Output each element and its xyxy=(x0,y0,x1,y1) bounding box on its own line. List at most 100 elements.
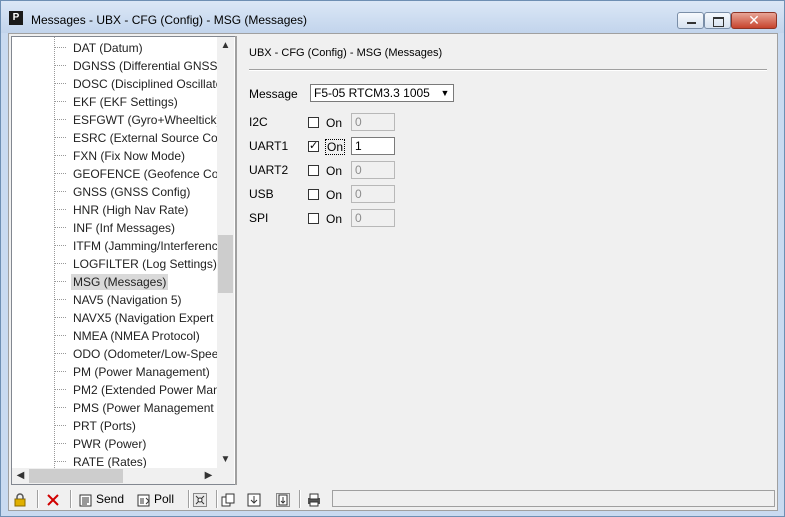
port-enable-checkbox[interactable]: ✓ xyxy=(308,141,319,152)
tree-item[interactable]: LOGFILTER (Log Settings) xyxy=(54,255,217,273)
port-rate-input[interactable]: 0 xyxy=(351,209,395,227)
port-rate-input[interactable]: 0 xyxy=(351,161,395,179)
tree-item[interactable]: PRT (Ports) xyxy=(54,417,217,435)
tree-item[interactable]: ITFM (Jamming/Interferenc xyxy=(54,237,217,255)
port-enable-checkbox[interactable] xyxy=(308,213,319,224)
tree-item[interactable]: INF (Inf Messages) xyxy=(54,219,217,237)
port-name-label: UART2 xyxy=(249,163,289,177)
tree-item-label: PWR (Power) xyxy=(73,437,147,451)
tree-connector xyxy=(54,137,66,138)
tree-item[interactable]: PWR (Power) xyxy=(54,435,217,453)
tree-item[interactable]: DAT (Datum) xyxy=(54,39,217,57)
auto-poll-button[interactable] xyxy=(193,490,210,509)
tree-connector xyxy=(54,191,66,192)
tree-item[interactable]: NMEA (NMEA Protocol) xyxy=(54,327,217,345)
load-button[interactable] xyxy=(247,490,264,509)
tree-item[interactable]: ODO (Odometer/Low-Spee xyxy=(54,345,217,363)
toolbar-separator xyxy=(216,490,218,508)
poll-icon xyxy=(137,494,150,507)
tree-item[interactable]: NAV5 (Navigation 5) xyxy=(54,291,217,309)
cancel-button[interactable] xyxy=(46,490,63,509)
tree-item[interactable]: GNSS (GNSS Config) xyxy=(54,183,217,201)
tree-item-label: DOSC (Disciplined Oscillato xyxy=(73,77,217,91)
message-config-panel: UBX - CFG (Config) - MSG (Messages) Mess… xyxy=(235,36,776,485)
save-button[interactable] xyxy=(276,490,293,509)
tree-item[interactable]: HNR (High Nav Rate) xyxy=(54,201,217,219)
port-on-label[interactable]: On xyxy=(326,212,342,226)
chevron-down-icon[interactable]: ▼ xyxy=(437,85,453,101)
scroll-down-icon[interactable]: ▼ xyxy=(217,451,234,468)
lock-icon xyxy=(14,493,26,507)
tree-item[interactable]: ESFGWT (Gyro+Wheeltick) xyxy=(54,111,217,129)
panel-title: UBX - CFG (Config) - MSG (Messages) xyxy=(249,47,443,59)
tree-connector xyxy=(54,47,66,48)
load-icon xyxy=(247,493,261,507)
port-name-label: USB xyxy=(249,187,274,201)
tree-item[interactable]: NAVX5 (Navigation Expert xyxy=(54,309,217,327)
tree-item-label: MSG (Messages) xyxy=(71,274,169,290)
message-select[interactable]: F5-05 RTCM3.3 1005 ▼ xyxy=(310,84,454,102)
tree-connector xyxy=(54,389,66,390)
tree-item[interactable]: PM2 (Extended Power Man xyxy=(54,381,217,399)
tree-connector xyxy=(54,353,66,354)
config-tree[interactable]: DAT (Datum) DGNSS (Differential GNSS c DOS… xyxy=(11,36,236,485)
port-rate-input[interactable]: 1 xyxy=(351,137,395,155)
tree-item-label: DAT (Datum) xyxy=(73,41,143,55)
title-bar[interactable]: P Messages - UBX - CFG (Config) - MSG (M… xyxy=(1,1,784,33)
tree-item[interactable]: EKF (EKF Settings) xyxy=(54,93,217,111)
port-rate-input[interactable]: 0 xyxy=(351,113,395,131)
toolbar-separator xyxy=(37,490,39,508)
tree-connector xyxy=(54,371,66,372)
cancel-icon xyxy=(47,494,59,506)
tree-item[interactable]: PM (Power Management) xyxy=(54,363,217,381)
port-name-label: I2C xyxy=(249,115,268,129)
port-on-label[interactable]: On xyxy=(326,188,342,202)
bottom-toolbar: Send Poll xyxy=(9,489,777,510)
status-field xyxy=(332,490,775,507)
tree-item-label: PM2 (Extended Power Man xyxy=(73,383,217,397)
tree-item[interactable]: MSG (Messages) xyxy=(54,273,217,291)
maximize-icon xyxy=(705,13,730,28)
port-enable-checkbox[interactable] xyxy=(308,189,319,200)
scroll-right-icon[interactable]: ▶ xyxy=(200,468,217,484)
minimize-button[interactable] xyxy=(677,12,704,29)
tree-connector xyxy=(54,65,66,66)
app-icon: P xyxy=(9,11,23,25)
tree-connector xyxy=(54,335,66,336)
tree-horizontal-thumb[interactable] xyxy=(29,469,123,483)
tree-item[interactable]: ESRC (External Source Conf xyxy=(54,129,217,147)
scroll-up-icon[interactable]: ▲ xyxy=(217,37,234,54)
tree-item[interactable]: GEOFENCE (Geofence Conf xyxy=(54,165,217,183)
scroll-left-icon[interactable]: ◀ xyxy=(12,468,29,484)
tree-item[interactable]: FXN (Fix Now Mode) xyxy=(54,147,217,165)
tree-item-label: ODO (Odometer/Low-Spee xyxy=(73,347,217,361)
send-button[interactable]: Send xyxy=(79,490,124,509)
tree-item-label: GNSS (GNSS Config) xyxy=(73,185,191,199)
close-button[interactable]: ✕ xyxy=(731,12,777,29)
port-enable-checkbox[interactable] xyxy=(308,165,319,176)
tree-vertical-scrollbar[interactable]: ▲ ▼ xyxy=(217,37,234,468)
port-on-label[interactable]: On xyxy=(324,139,346,155)
tree-item[interactable]: DGNSS (Differential GNSS c xyxy=(54,57,217,75)
port-on-label[interactable]: On xyxy=(326,164,342,178)
port-enable-checkbox[interactable] xyxy=(308,117,319,128)
port-rate-input[interactable]: 0 xyxy=(351,185,395,203)
tree-item-label: NAVX5 (Navigation Expert xyxy=(73,311,214,325)
maximize-button[interactable] xyxy=(704,12,731,29)
tree-connector xyxy=(54,407,66,408)
tree-item-label: PRT (Ports) xyxy=(73,419,136,433)
tree-item[interactable]: DOSC (Disciplined Oscillato xyxy=(54,75,217,93)
tree-item-label: FXN (Fix Now Mode) xyxy=(73,149,186,163)
print-button[interactable] xyxy=(307,490,324,509)
tree-item-label: DGNSS (Differential GNSS c xyxy=(73,59,217,73)
copy-button[interactable] xyxy=(221,490,238,509)
tree-item[interactable]: PMS (Power Management s xyxy=(54,399,217,417)
tree-horizontal-scrollbar[interactable]: ◀ ▶ xyxy=(12,468,217,484)
lock-button[interactable] xyxy=(13,490,30,509)
tree-item[interactable]: RATE (Rates) xyxy=(54,453,217,468)
poll-button[interactable]: Poll xyxy=(137,490,174,509)
port-on-label[interactable]: On xyxy=(326,116,342,130)
tree-vertical-thumb[interactable] xyxy=(218,235,233,293)
copy-icon xyxy=(221,493,235,507)
tree-connector xyxy=(54,155,66,156)
